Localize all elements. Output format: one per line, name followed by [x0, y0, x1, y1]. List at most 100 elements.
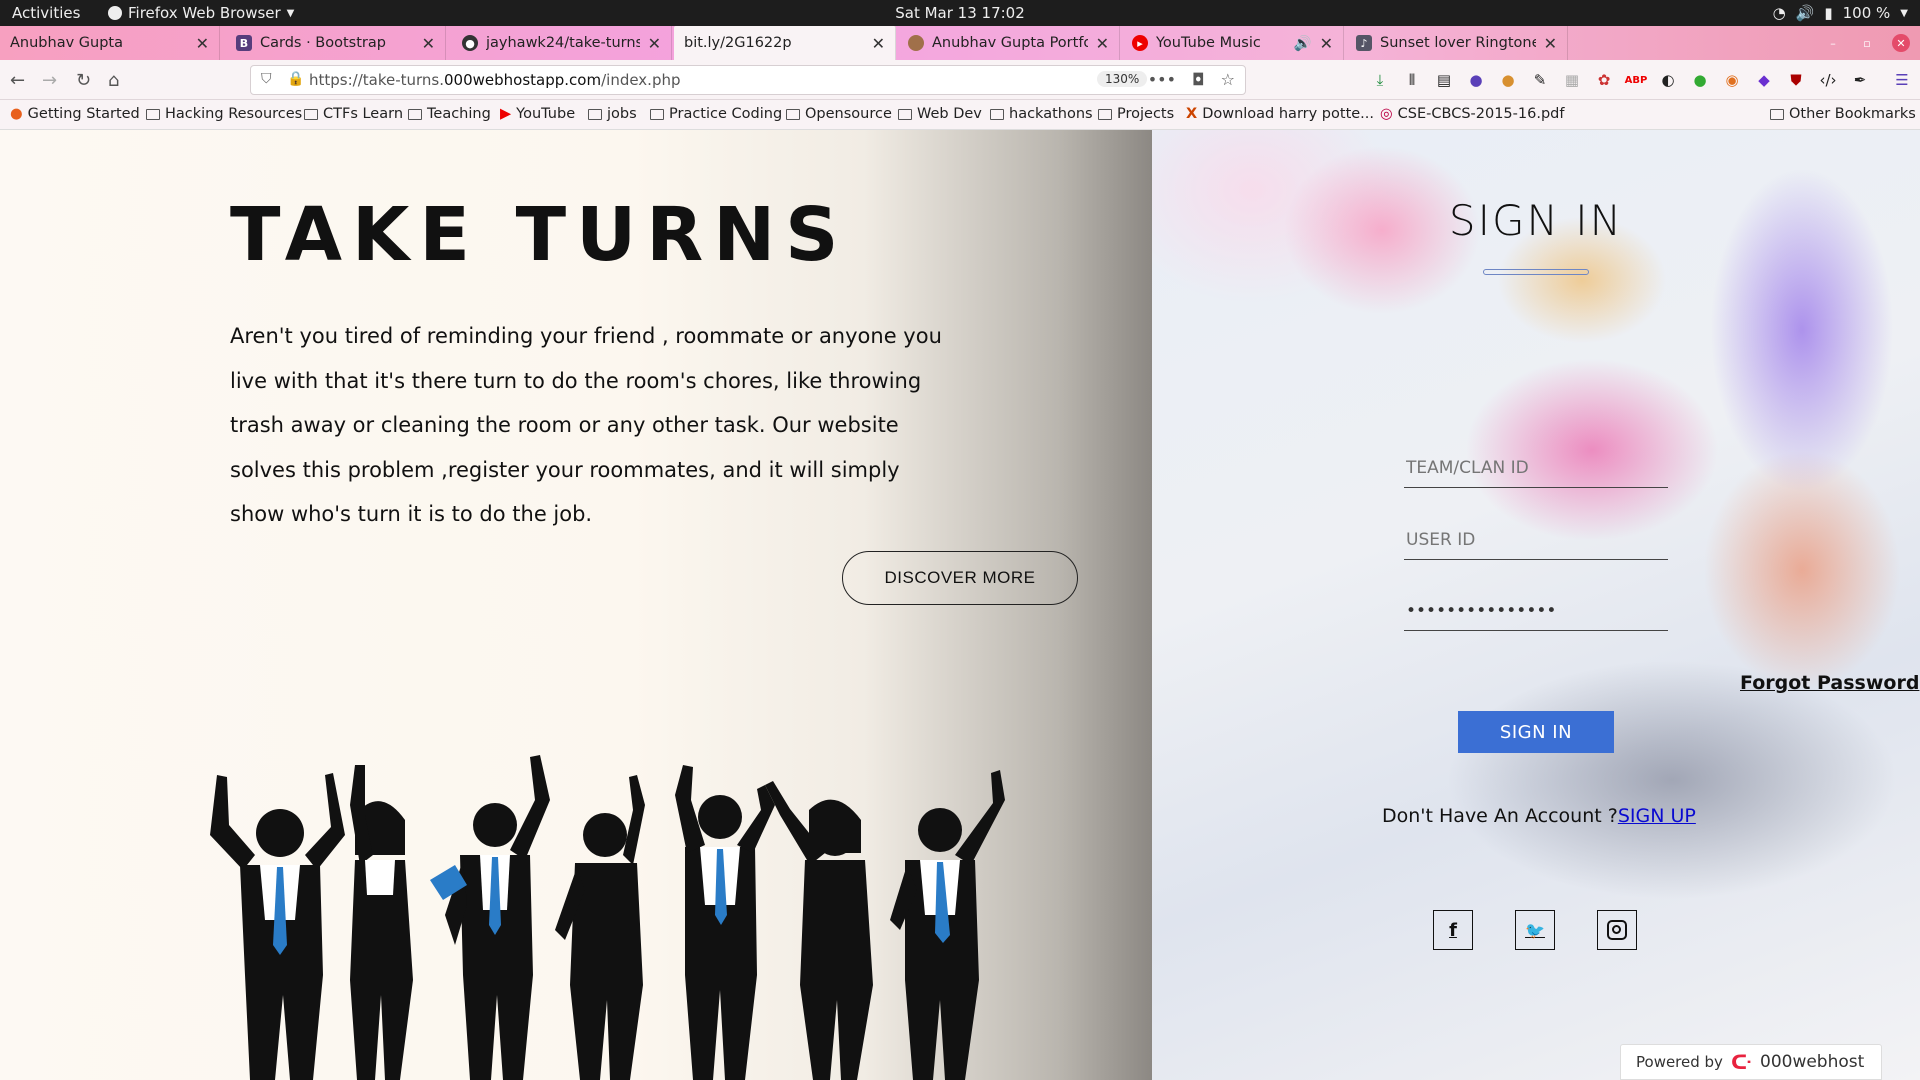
- adblock-icon[interactable]: ABP: [1625, 70, 1648, 90]
- folder-icon: [786, 108, 800, 120]
- bookmark-download-harry-potter[interactable]: X Download harry potte...: [1186, 106, 1374, 122]
- extension-icon-2[interactable]: ✎: [1530, 70, 1550, 90]
- chevron-down-icon: ▼: [1900, 7, 1908, 19]
- bookmark-cse-cbcs-pdf[interactable]: ◎ CSE-CBCS-2015-16.pdf: [1380, 106, 1564, 122]
- page-actions-icon[interactable]: •••: [1148, 70, 1176, 89]
- volume-icon: 🔊: [1795, 4, 1815, 22]
- extension-icon-5[interactable]: ●: [1690, 70, 1710, 90]
- user-id-field[interactable]: [1404, 520, 1668, 560]
- close-window-icon[interactable]: ✕: [1892, 34, 1910, 52]
- firefox-icon: ●: [10, 106, 23, 122]
- ublock-icon[interactable]: ⛊: [1786, 70, 1806, 90]
- discover-more-button[interactable]: DISCOVER MORE: [842, 551, 1078, 605]
- tab-portfolio[interactable]: Anubhav Gupta Portfolio ✕: [898, 26, 1120, 60]
- x-icon: X: [1186, 106, 1198, 122]
- tab-anubhav-gupta[interactable]: Anubhav Gupta ✕: [0, 26, 220, 60]
- tab-cards-bootstrap[interactable]: B Cards · Bootstrap ✕: [226, 26, 446, 60]
- tab-github-take-turns[interactable]: ● jayhawk24/take-turns: A ✕: [452, 26, 672, 60]
- tab-youtube-music[interactable]: ▸ YouTube Music 🔊 ✕: [1122, 26, 1344, 60]
- extension-toolbar: ⤓ ⫴ ▤ ● ● ✎ ▦ ✿ ABP ◐ ● ◉ ◆ ⛊ ‹/› ✒ ☰: [1370, 70, 1912, 90]
- avatar-icon: [908, 35, 924, 51]
- back-icon[interactable]: ←: [10, 70, 25, 91]
- close-icon[interactable]: ✕: [1320, 34, 1333, 53]
- sidebar-icon[interactable]: ▤: [1434, 70, 1454, 90]
- close-icon[interactable]: ✕: [1544, 34, 1557, 53]
- bookmark-getting-started[interactable]: ● Getting Started: [10, 106, 140, 122]
- signin-title: SIGN IN: [1448, 196, 1624, 245]
- shield-icon[interactable]: ⛉: [261, 71, 272, 87]
- bookmark-projects[interactable]: Projects: [1098, 106, 1174, 122]
- url-text[interactable]: https://take-turns.000webhostapp.com/ind…: [309, 71, 681, 89]
- twitter-button[interactable]: 🐦: [1515, 910, 1555, 950]
- bookmark-hacking-resources[interactable]: Hacking Resources: [146, 106, 302, 122]
- bookmark-hackathons[interactable]: hackathons: [990, 106, 1093, 122]
- facebook-icon: f: [1449, 919, 1457, 941]
- tab-title: YouTube Music: [1156, 35, 1261, 51]
- address-bar[interactable]: ⛉ 🔒 https://take-turns.000webhostapp.com…: [250, 65, 1246, 95]
- dark-mode-icon[interactable]: ◐: [1658, 70, 1678, 90]
- tab-title: Cards · Bootstrap: [260, 35, 386, 51]
- folder-icon: [304, 108, 318, 120]
- ringtone-icon: ♪: [1356, 35, 1372, 51]
- account-icon[interactable]: ●: [1466, 70, 1486, 90]
- forgot-password-link[interactable]: Forgot Password: [1740, 672, 1919, 694]
- instagram-button[interactable]: [1597, 910, 1637, 950]
- bookmark-opensource[interactable]: Opensource: [786, 106, 892, 122]
- bookmark-teaching[interactable]: Teaching: [408, 106, 491, 122]
- sign-in-button[interactable]: SIGN IN: [1458, 711, 1614, 753]
- extension-icon-3[interactable]: ▦: [1562, 70, 1582, 90]
- tab-bitly-active[interactable]: bit.ly/2G1622p ✕: [674, 26, 896, 60]
- facebook-button[interactable]: f: [1433, 910, 1473, 950]
- twitter-icon: 🐦: [1525, 920, 1545, 940]
- battery-icon: ▮: [1824, 4, 1833, 22]
- close-icon[interactable]: ✕: [648, 34, 661, 53]
- bookmark-jobs[interactable]: jobs: [588, 106, 637, 122]
- speaker-icon[interactable]: 🔊: [1294, 35, 1312, 52]
- close-icon[interactable]: ✕: [196, 34, 209, 53]
- eyedropper-icon[interactable]: ✒: [1850, 70, 1870, 90]
- sign-up-link[interactable]: SIGN UP: [1618, 805, 1696, 827]
- bookmark-youtube[interactable]: ▶ YouTube: [500, 106, 575, 122]
- bookmark-star-icon[interactable]: ☆: [1221, 70, 1235, 89]
- site-logo[interactable]: TAKE TURNS: [230, 192, 848, 278]
- team-clan-id-field[interactable]: [1404, 448, 1668, 488]
- system-tray[interactable]: ◔ 🔊 ▮ 100 % ▼: [1773, 4, 1908, 22]
- celebrating-people-illustration: [210, 755, 1005, 1080]
- reload-icon[interactable]: ↻: [76, 70, 91, 91]
- github-icon: ●: [462, 35, 478, 51]
- folder-icon: [990, 108, 1004, 120]
- home-icon[interactable]: ⌂: [108, 70, 119, 91]
- pocket-icon[interactable]: ◘: [1192, 70, 1205, 89]
- bookmark-practice-coding[interactable]: Practice Coding: [650, 106, 782, 122]
- wifi-icon: ◔: [1772, 4, 1786, 22]
- zoom-level[interactable]: 130%: [1097, 71, 1148, 87]
- bookmark-ctfs-learn[interactable]: CTFs Learn: [304, 106, 403, 122]
- extension-icon-6[interactable]: ◉: [1722, 70, 1742, 90]
- password-field[interactable]: [1404, 591, 1668, 631]
- hamburger-menu-icon[interactable]: ☰: [1892, 70, 1912, 90]
- extension-icon-7[interactable]: ◆: [1754, 70, 1774, 90]
- folder-icon: [1770, 108, 1784, 120]
- tab-title: Anubhav Gupta Portfolio: [932, 35, 1088, 51]
- close-icon[interactable]: ✕: [422, 34, 435, 53]
- maximize-icon[interactable]: ▫: [1858, 34, 1876, 52]
- download-icon[interactable]: ⤓: [1370, 70, 1390, 90]
- powered-by-badge[interactable]: Powered by ᑢ 000webhost: [1620, 1044, 1882, 1080]
- youtube-icon: ▶: [500, 106, 512, 122]
- extension-icon-1[interactable]: ●: [1498, 70, 1518, 90]
- close-icon[interactable]: ✕: [1096, 34, 1109, 53]
- forward-icon[interactable]: →: [42, 70, 57, 91]
- tab-ringtones[interactable]: ♪ Sunset lover Ringtones a ✕: [1346, 26, 1568, 60]
- devtools-icon[interactable]: ‹/›: [1818, 70, 1838, 90]
- bookmark-web-dev[interactable]: Web Dev: [898, 106, 982, 122]
- library-icon[interactable]: ⫴: [1402, 70, 1422, 90]
- other-bookmarks[interactable]: Other Bookmarks: [1770, 106, 1916, 122]
- clock[interactable]: Sat Mar 13 17:02: [0, 4, 1920, 22]
- signup-prompt: Don't Have An Account ?SIGN UP: [1382, 805, 1696, 827]
- minimize-icon[interactable]: –: [1824, 34, 1842, 52]
- tab-strip: Anubhav Gupta ✕ B Cards · Bootstrap ✕ ● …: [0, 26, 1920, 81]
- lock-icon[interactable]: 🔒: [287, 71, 304, 87]
- pdf-icon: ◎: [1380, 106, 1393, 122]
- close-icon[interactable]: ✕: [872, 34, 885, 53]
- extension-icon-4[interactable]: ✿: [1594, 70, 1614, 90]
